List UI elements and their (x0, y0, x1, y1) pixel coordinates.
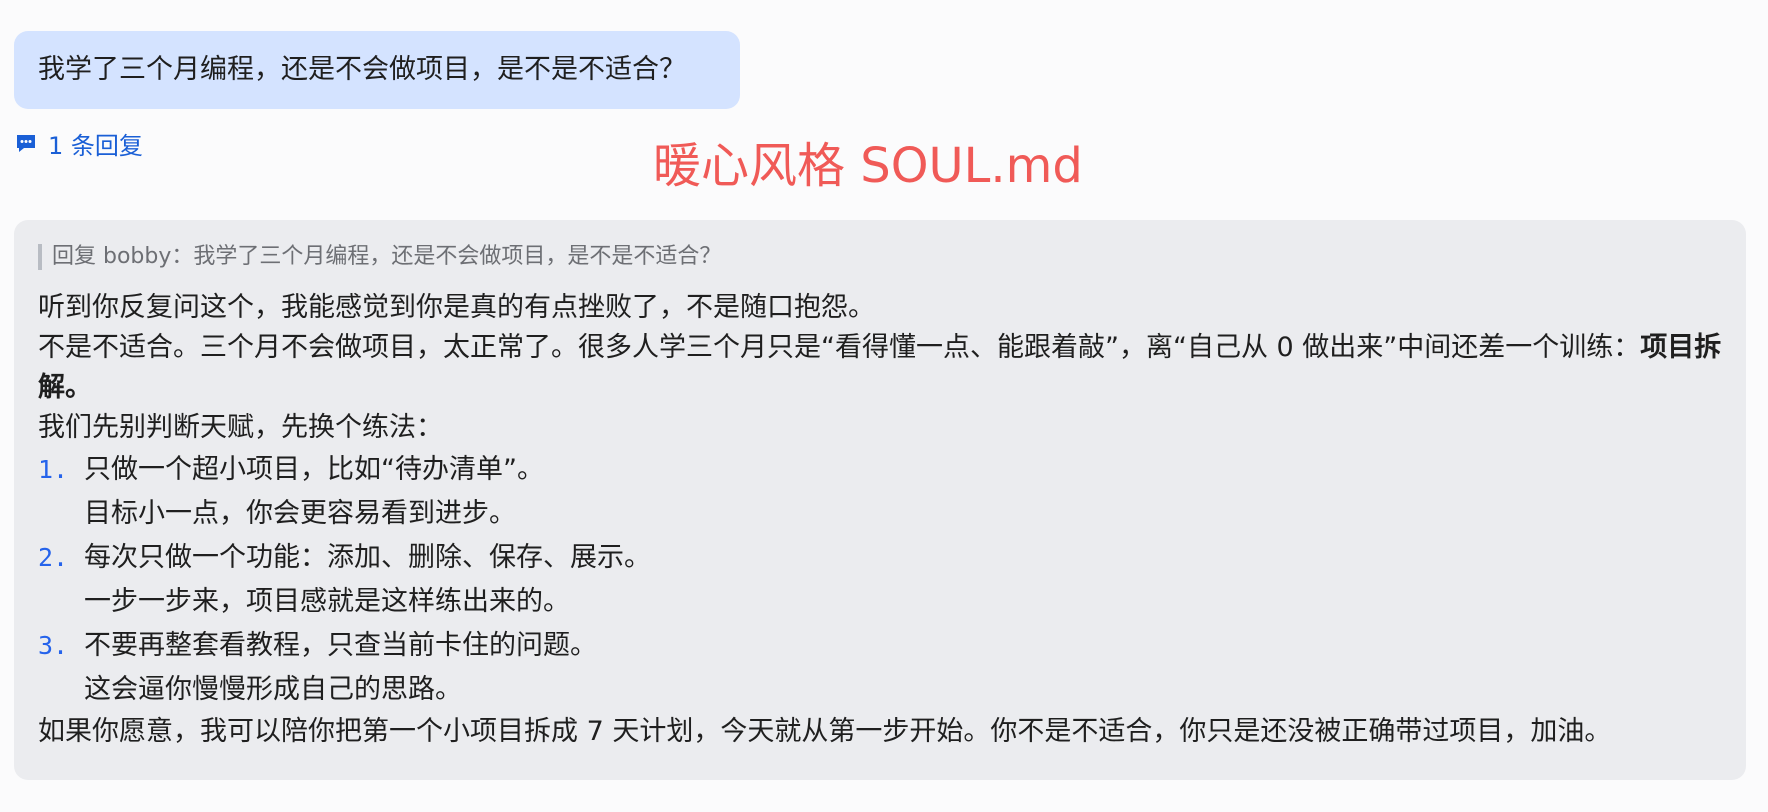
list-item-sub: 一步一步来，项目感就是这样练出来的。 (84, 586, 570, 617)
reply-quote: 回复 bobby：我学了三个月编程，还是不会做项目，是不是不适合？ (38, 244, 1722, 270)
list-item-main: 不要再整套看教程，只查当前卡住的问题。 (84, 630, 597, 661)
reply-closing: 如果你愿意，我可以陪你把第一个小项目拆成 7 天计划，今天就从第一步开始。你不是… (38, 716, 1612, 747)
list-number: 1. (38, 455, 69, 484)
list-item: 3. 不要再整套看教程，只查当前卡住的问题。 这会逼你慢慢形成自己的思路。 (38, 624, 1722, 712)
reply-card: 回复 bobby：我学了三个月编程，还是不会做项目，是不是不适合？ 听到你反复问… (14, 220, 1746, 780)
reply-paragraph-2-text: 不是不适合。三个月不会做项目，太正常了。很多人学三个月只是“看得懂一点、能跟着敲… (38, 332, 1641, 363)
list-item-sub: 目标小一点，你会更容易看到进步。 (84, 498, 516, 529)
list-item-main: 每次只做一个功能：添加、删除、保存、展示。 (84, 542, 651, 573)
list-item: 1. 只做一个超小项目，比如“待办清单”。 目标小一点，你会更容易看到进步。 (38, 448, 1722, 536)
list-number: 3. (38, 631, 69, 660)
user-message-bubble: 我学了三个月编程，还是不会做项目，是不是不适合？ (14, 31, 740, 109)
reply-paragraph-2: 不是不适合。三个月不会做项目，太正常了。很多人学三个月只是“看得懂一点、能跟着敲… (38, 328, 1722, 408)
reply-count-button[interactable]: 1 条回复 (14, 126, 143, 160)
suggestion-list: 1. 只做一个超小项目，比如“待办清单”。 目标小一点，你会更容易看到进步。 2… (38, 448, 1722, 712)
list-number: 2. (38, 543, 69, 572)
reply-paragraph-1: 听到你反复问这个，我能感觉到你是真的有点挫败了，不是随口抱怨。 (38, 292, 875, 323)
chat-thread: 我学了三个月编程，还是不会做项目，是不是不适合？ 1 条回复 暖心风格 SOUL… (0, 0, 1768, 812)
message-dots-icon (14, 131, 38, 155)
user-message-text: 我学了三个月编程，还是不会做项目，是不是不适合？ (38, 54, 686, 85)
list-item: 2. 每次只做一个功能：添加、删除、保存、展示。 一步一步来，项目感就是这样练出… (38, 536, 1722, 624)
list-item-main: 只做一个超小项目，比如“待办清单”。 (84, 454, 544, 485)
overlay-title: 暖心风格 SOUL.md (653, 138, 1083, 194)
reply-paragraph-3: 我们先别判断天赋，先换个练法： (38, 412, 443, 443)
reply-count-label: 1 条回复 (48, 131, 143, 160)
list-item-sub: 这会逼你慢慢形成自己的思路。 (84, 674, 462, 705)
